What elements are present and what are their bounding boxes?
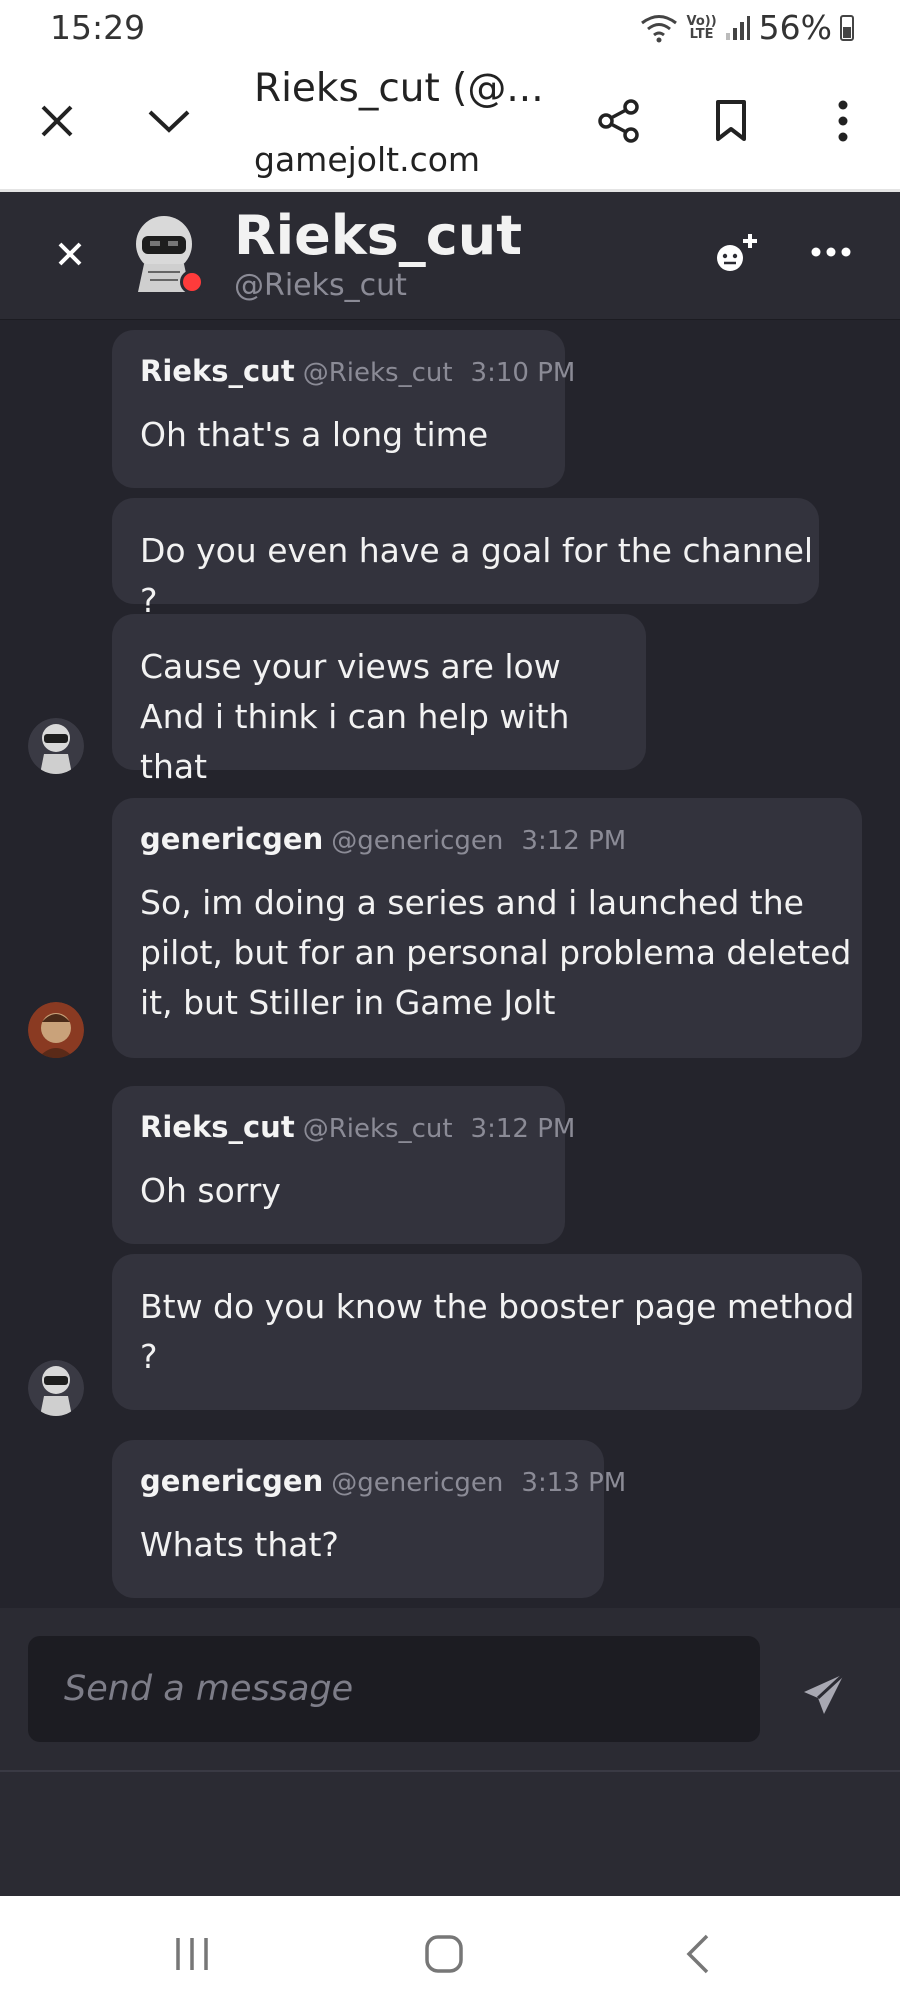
message-composer — [0, 1608, 900, 1772]
message-text: Whats that? — [140, 1525, 339, 1564]
signal-icon — [725, 15, 750, 40]
sender-avatar[interactable] — [28, 1002, 84, 1058]
lte-indicator: Vo)) LTE — [686, 15, 716, 41]
sender-avatar[interactable] — [28, 1360, 84, 1416]
back-button[interactable] — [668, 1930, 728, 1978]
message-time: 3:13 PM — [521, 1468, 627, 1498]
message-time: 3:12 PM — [470, 1114, 576, 1144]
status-bar: 15:29 Vo)) LTE 56% — [0, 0, 900, 58]
sender-avatar[interactable] — [28, 718, 84, 774]
message-bubble[interactable]: Rieks_cut @Rieks_cut 3:12 PM Oh sorry — [112, 1086, 575, 1244]
message-handle: @genericgen — [331, 1468, 504, 1498]
message-text: Oh that's a long time — [140, 415, 489, 454]
message-text: Do you even have a goal for the channel … — [140, 531, 814, 620]
bookmark-icon — [716, 100, 746, 141]
message-meta: genericgen @genericgen 3:12 PM — [140, 822, 626, 856]
message-bubble[interactable]: Rieks_cut @Rieks_cut 3:10 PM Oh that's a l… — [112, 330, 575, 488]
lte-label: LTE — [689, 26, 714, 42]
message-meta: genericgen @genericgen 3:13 PM — [140, 1464, 626, 1498]
message-author[interactable]: genericgen — [140, 822, 323, 856]
message-text: Oh sorry — [140, 1171, 281, 1210]
message-handle: @Rieks_cut — [302, 1114, 453, 1144]
recent-apps-icon — [176, 1938, 208, 1970]
message-text: Cause your views are low And i think i c… — [140, 647, 570, 786]
chat-user-name[interactable]: Rieks_cut — [234, 204, 522, 267]
more-vertical-icon — [838, 100, 848, 142]
message-meta: Rieks_cut @Rieks_cut 3:12 PM — [140, 1110, 575, 1144]
message-meta: Rieks_cut @Rieks_cut 3:10 PM — [140, 354, 575, 388]
online-status-dot — [180, 270, 204, 294]
home-button[interactable] — [414, 1930, 474, 1978]
message-author[interactable]: genericgen — [140, 1464, 323, 1498]
status-icons: Vo)) LTE 56% — [640, 8, 854, 47]
message-list[interactable]: Rieks_cut @Rieks_cut 3:10 PM Oh that's a l… — [0, 320, 900, 1608]
chat-user-handle: @Rieks_cut — [234, 268, 407, 303]
close-icon — [41, 105, 73, 137]
page-title: Rieks_cut (@... — [254, 66, 544, 111]
bookmark-button[interactable] — [706, 96, 756, 146]
volte-label: Vo)) — [686, 13, 717, 29]
message-bubble[interactable]: Cause your views are low And i think i c… — [112, 614, 646, 786]
message-time: 3:10 PM — [470, 358, 576, 388]
add-friend-icon[interactable] — [712, 230, 760, 278]
close-tab-button[interactable] — [32, 96, 82, 146]
message-handle: @Rieks_cut — [302, 358, 453, 388]
chevron-down-icon — [148, 110, 190, 133]
recent-apps-button[interactable] — [162, 1930, 222, 1978]
more-horizontal-icon[interactable] — [806, 232, 856, 272]
send-icon[interactable] — [800, 1670, 848, 1718]
battery-percent: 56% — [758, 8, 832, 47]
back-icon — [686, 1934, 709, 1974]
overflow-menu-button[interactable] — [818, 96, 868, 146]
close-chat-icon[interactable] — [48, 232, 92, 276]
message-time: 3:12 PM — [521, 826, 627, 856]
message-text: So, im doing a series and i launched the… — [140, 883, 852, 1022]
share-button[interactable] — [594, 96, 644, 146]
composer-footer — [0, 1772, 900, 1896]
chat-header: Rieks_cut @Rieks_cut — [0, 192, 900, 320]
message-bubble[interactable]: Do you even have a goal for the channel … — [112, 498, 819, 620]
message-author[interactable]: Rieks_cut — [140, 354, 295, 388]
wifi-icon — [641, 14, 678, 42]
message-text: Btw do you know the booster page method … — [140, 1287, 855, 1376]
message-author[interactable]: Rieks_cut — [140, 1110, 295, 1144]
browser-toolbar: Rieks_cut (@... gamejolt.com — [0, 58, 900, 192]
message-bubble[interactable]: genericgen @genericgen 3:12 PM So, im doin… — [112, 798, 862, 1058]
page-url[interactable]: gamejolt.com — [254, 140, 480, 179]
message-bubble[interactable]: Btw do you know the booster page method … — [112, 1254, 862, 1410]
home-icon — [425, 1935, 463, 1973]
message-handle: @genericgen — [331, 826, 504, 856]
status-time: 15:29 — [50, 8, 146, 47]
battery-icon — [840, 14, 854, 41]
message-input[interactable] — [28, 1636, 760, 1742]
message-bubble[interactable]: genericgen @genericgen 3:13 PM Whats that? — [112, 1440, 626, 1598]
share-icon — [598, 99, 639, 143]
system-nav-bar — [0, 1896, 900, 2007]
minimize-button[interactable] — [144, 96, 194, 146]
